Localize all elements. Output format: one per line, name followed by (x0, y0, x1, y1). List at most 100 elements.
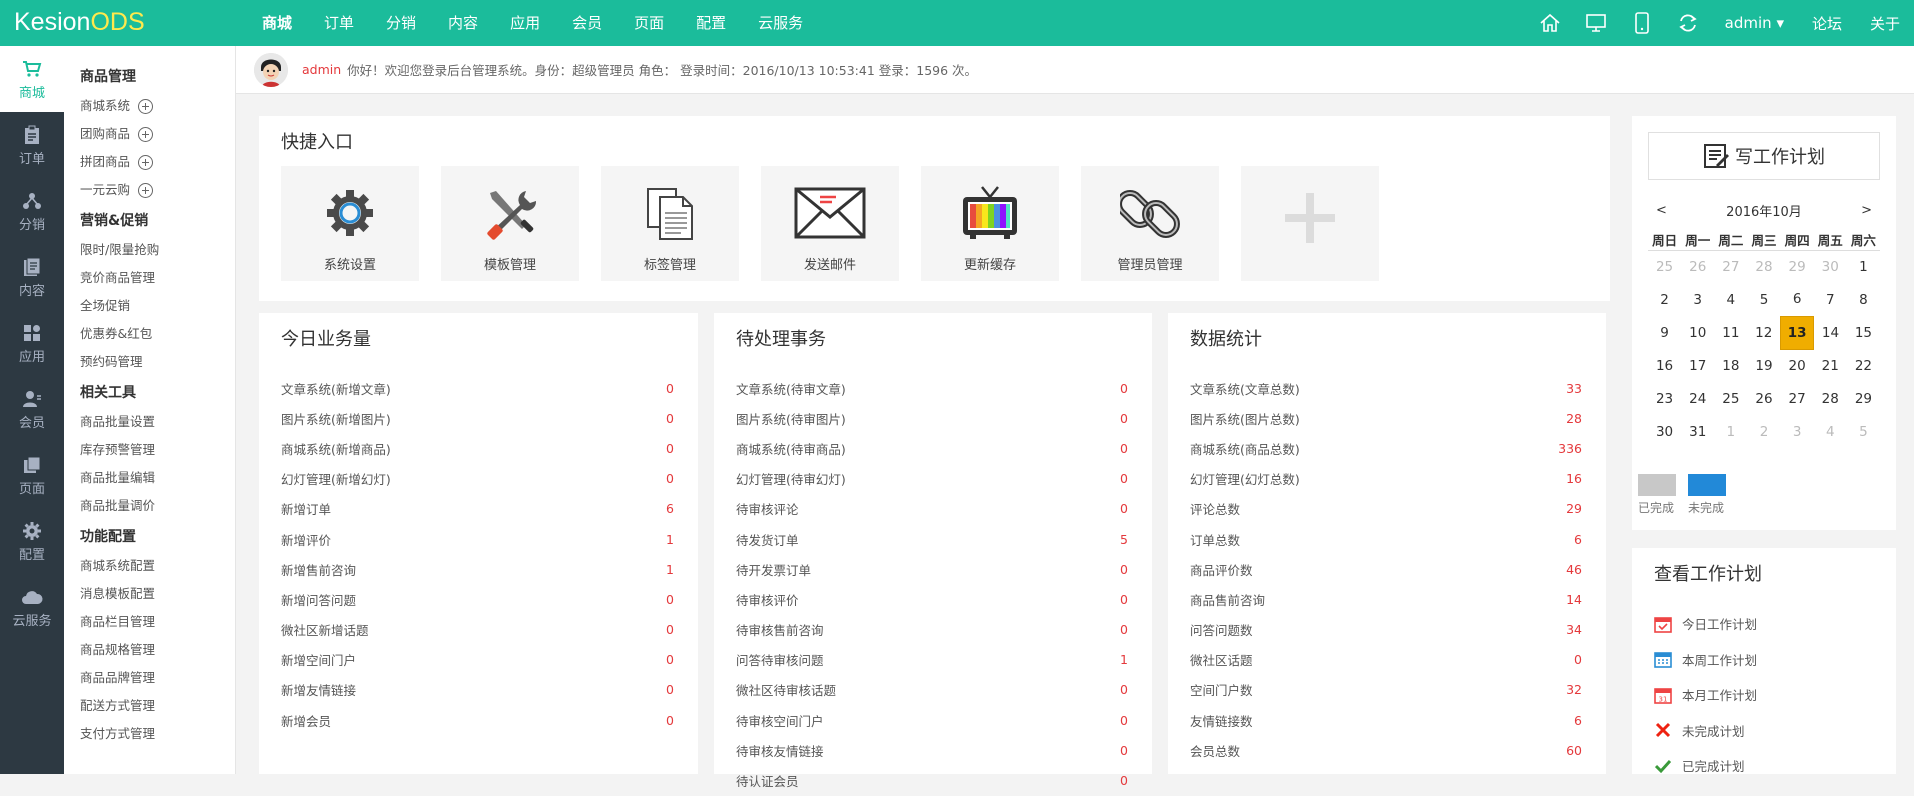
submenu-item[interactable]: 优惠券&红包 (64, 320, 235, 348)
stat-row[interactable]: 商品评价数 46 (1190, 554, 1582, 584)
submenu-item[interactable]: 全场促销 (64, 292, 235, 320)
write-plan-button[interactable]: 写工作计划 (1648, 132, 1880, 180)
quick-item-admins[interactable]: 管理员管理 (1081, 166, 1219, 281)
calendar-month-label[interactable]: 2016年10月 (1726, 201, 1802, 220)
stat-row[interactable]: 新增空间门户 0 (281, 645, 674, 675)
stat-row[interactable]: 幻灯管理(新增幻灯) 0 (281, 464, 674, 494)
stat-row[interactable]: 文章系统(待审文章) 0 (736, 373, 1128, 403)
calendar-day[interactable]: 26 (1747, 382, 1780, 415)
stat-row[interactable]: 待审核空间门户 0 (736, 705, 1128, 735)
calendar-day[interactable]: 31 (1681, 415, 1714, 448)
stat-row[interactable]: 幻灯管理(幻灯总数) 16 (1190, 464, 1582, 494)
stat-row[interactable]: 待审核评论 0 (736, 494, 1128, 524)
calendar-day[interactable]: 2 (1648, 283, 1681, 316)
calendar-day[interactable]: 21 (1814, 349, 1847, 382)
calendar-day[interactable]: 5 (1747, 283, 1780, 316)
rail-item-members[interactable]: 会员 (0, 376, 64, 442)
submenu-item[interactable]: 限时/限量抢购 (64, 236, 235, 264)
calendar-day[interactable]: 27 (1781, 382, 1814, 415)
calendar-day[interactable]: 14 (1814, 316, 1847, 349)
about-link[interactable]: 关于 (1870, 13, 1900, 34)
user-menu[interactable]: admin ▾ (1725, 14, 1784, 32)
stat-row[interactable]: 图片系统(图片总数) 28 (1190, 403, 1582, 433)
logo[interactable]: KesionODS (14, 8, 145, 37)
calendar-day[interactable]: 9 (1648, 316, 1681, 349)
topnav-orders[interactable]: 订单 (324, 0, 354, 46)
submenu-item[interactable]: 拼团商品 (64, 148, 235, 176)
calendar-day[interactable]: 18 (1714, 349, 1747, 382)
stat-row[interactable]: 微社区待审核话题 0 (736, 675, 1128, 705)
calendar-day[interactable]: 23 (1648, 382, 1681, 415)
stat-row[interactable]: 图片系统(新增图片) 0 (281, 403, 674, 433)
calendar-day[interactable]: 8 (1847, 283, 1880, 316)
rail-item-cloud[interactable]: 云服务 (0, 574, 64, 640)
stat-row[interactable]: 新增售前咨询 1 (281, 554, 674, 584)
calendar-day[interactable]: 11 (1714, 316, 1747, 349)
plan-link-month[interactable]: 31 本月工作计划 (1654, 677, 1757, 713)
calendar-day[interactable]: 29 (1781, 250, 1814, 283)
calendar-day[interactable]: 4 (1714, 283, 1747, 316)
plus-circle-icon[interactable] (138, 98, 154, 114)
calendar-day[interactable]: 1 (1847, 250, 1880, 283)
calendar-day[interactable]: 17 (1681, 349, 1714, 382)
topnav-content[interactable]: 内容 (448, 0, 478, 46)
quick-item-add[interactable] (1241, 166, 1379, 281)
mobile-icon[interactable] (1619, 0, 1665, 46)
submenu-item[interactable]: 团购商品 (64, 120, 235, 148)
quick-item-send-mail[interactable]: 发送邮件 (761, 166, 899, 281)
calendar-day[interactable]: 26 (1681, 250, 1714, 283)
plan-link-finished[interactable]: 已完成计划 (1654, 748, 1757, 784)
topnav-pages[interactable]: 页面 (634, 0, 664, 46)
stat-row[interactable]: 新增友情链接 0 (281, 675, 674, 705)
calendar-next-button[interactable]: > (1861, 203, 1872, 218)
submenu-item[interactable]: 一元云购 (64, 176, 235, 204)
submenu-item[interactable]: 竞价商品管理 (64, 264, 235, 292)
plus-circle-icon[interactable] (138, 154, 154, 170)
plus-circle-icon[interactable] (138, 182, 154, 198)
stat-row[interactable]: 幻灯管理(待审幻灯) 0 (736, 464, 1128, 494)
stat-row[interactable]: 文章系统(文章总数) 33 (1190, 373, 1582, 403)
submenu-item[interactable]: 配送方式管理 (64, 692, 235, 720)
submenu-item[interactable]: 商品批量调价 (64, 492, 235, 520)
stat-row[interactable]: 新增问答问题 0 (281, 584, 674, 614)
topnav-distribution[interactable]: 分销 (386, 0, 416, 46)
stat-row[interactable]: 文章系统(新增文章) 0 (281, 373, 674, 403)
rail-item-apps[interactable]: 应用 (0, 310, 64, 376)
stat-row[interactable]: 新增评价 1 (281, 524, 674, 554)
plan-link-week[interactable]: 本周工作计划 (1654, 642, 1757, 678)
submenu-item[interactable]: 商品批量设置 (64, 408, 235, 436)
home-icon[interactable] (1527, 0, 1573, 46)
stat-row[interactable]: 友情链接数 6 (1190, 705, 1582, 735)
calendar-day[interactable]: 25 (1648, 250, 1681, 283)
plus-circle-icon[interactable] (138, 126, 154, 142)
stat-row[interactable]: 待发货订单 5 (736, 524, 1128, 554)
stat-row[interactable]: 待审核评价 0 (736, 584, 1128, 614)
quick-item-system-settings[interactable]: 系统设置 (281, 166, 419, 281)
calendar-day[interactable]: 30 (1648, 415, 1681, 448)
refresh-icon[interactable] (1665, 0, 1711, 46)
calendar-day[interactable]: 29 (1847, 382, 1880, 415)
rail-item-pages[interactable]: 页面 (0, 442, 64, 508)
calendar-day[interactable]: 25 (1714, 382, 1747, 415)
submenu-item[interactable]: 预约码管理 (64, 348, 235, 376)
quick-item-refresh-cache[interactable]: 更新缓存 (921, 166, 1059, 281)
stat-row[interactable]: 商品售前咨询 14 (1190, 584, 1582, 614)
calendar-day[interactable]: 28 (1814, 382, 1847, 415)
calendar-day[interactable]: 3 (1781, 415, 1814, 448)
stat-row[interactable]: 待开发票订单 0 (736, 554, 1128, 584)
stat-row[interactable]: 新增会员 0 (281, 705, 674, 735)
desktop-icon[interactable] (1573, 0, 1619, 46)
stat-row[interactable]: 图片系统(待审图片) 0 (736, 403, 1128, 433)
stat-row[interactable]: 问答问题数 34 (1190, 615, 1582, 645)
submenu-item[interactable]: 商品规格管理 (64, 636, 235, 664)
quick-item-tags[interactable]: 标签管理 (601, 166, 739, 281)
topnav-members[interactable]: 会员 (572, 0, 602, 46)
submenu-item[interactable]: 消息模板配置 (64, 580, 235, 608)
stat-row[interactable]: 待审核售前咨询 0 (736, 615, 1128, 645)
stat-row[interactable]: 微社区话题 0 (1190, 645, 1582, 675)
calendar-day[interactable]: 15 (1847, 316, 1880, 349)
rail-item-distribution[interactable]: 分销 (0, 178, 64, 244)
stat-row[interactable]: 待审核友情链接 0 (736, 735, 1128, 765)
submenu-item[interactable]: 商城系统配置 (64, 552, 235, 580)
quick-item-template[interactable]: 模板管理 (441, 166, 579, 281)
